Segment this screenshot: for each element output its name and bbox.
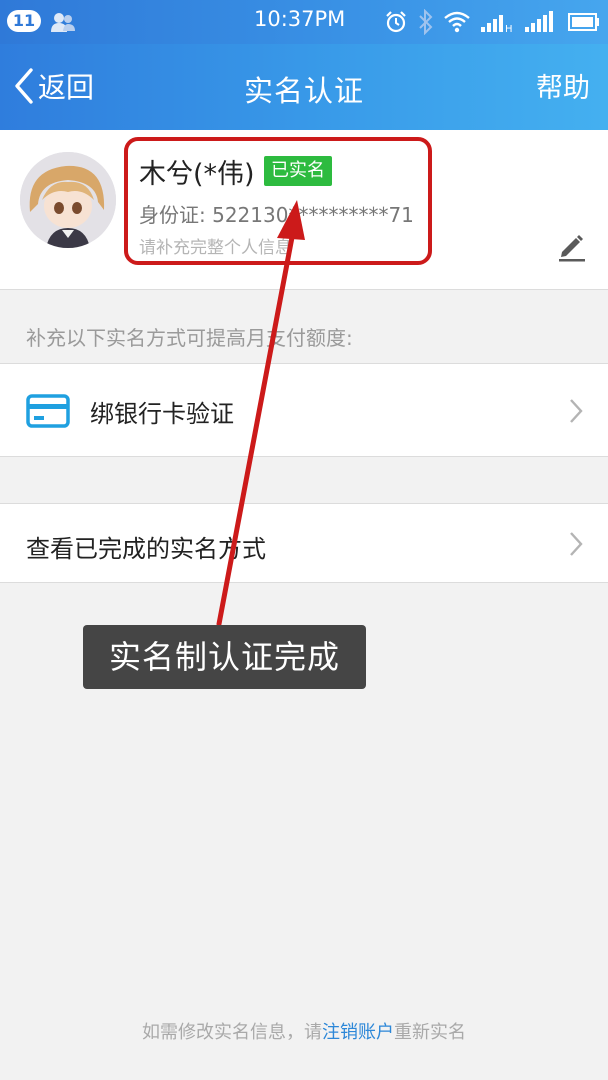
annotation-label: 实名制认证完成	[83, 625, 366, 689]
avatar	[20, 152, 116, 248]
bind-bank-card-row[interactable]: 绑银行卡验证	[0, 363, 608, 457]
pencil-icon[interactable]	[558, 232, 586, 262]
wifi-icon	[444, 11, 470, 33]
alarm-icon	[386, 11, 406, 33]
svg-text:H: H	[505, 24, 513, 33]
section-header: 补充以下实名方式可提高月支付额度:	[26, 326, 353, 350]
status-bar: 11 10:37PM H	[0, 0, 608, 44]
annotation-highlight-box	[124, 137, 432, 265]
page-title: 实名认证	[243, 74, 364, 108]
credit-card-icon	[26, 394, 70, 428]
bluetooth-icon	[419, 9, 433, 35]
bind-bank-card-label: 绑银行卡验证	[90, 400, 234, 428]
footer-suffix: 重新实名	[394, 1022, 466, 1043]
view-completed-methods-label: 查看已完成的实名方式	[26, 535, 266, 563]
cancel-account-link[interactable]: 注销账户	[322, 1022, 394, 1043]
avatar-image	[20, 152, 116, 248]
footer-prefix: 如需修改实名信息，请	[142, 1022, 322, 1043]
battery-icon	[568, 13, 599, 31]
signal-strength-icon-2	[525, 11, 553, 32]
help-button[interactable]: 帮助	[536, 66, 590, 105]
view-completed-methods-row[interactable]: 查看已完成的实名方式	[0, 503, 608, 583]
signal-strength-icon-1: H	[481, 15, 513, 33]
chevron-right-icon	[570, 399, 583, 423]
nav-bar: 返回 实名认证 帮助	[0, 44, 608, 130]
footer-note: 如需修改实名信息，请注销账户重新实名	[0, 1018, 608, 1044]
chevron-right-icon	[570, 532, 583, 556]
